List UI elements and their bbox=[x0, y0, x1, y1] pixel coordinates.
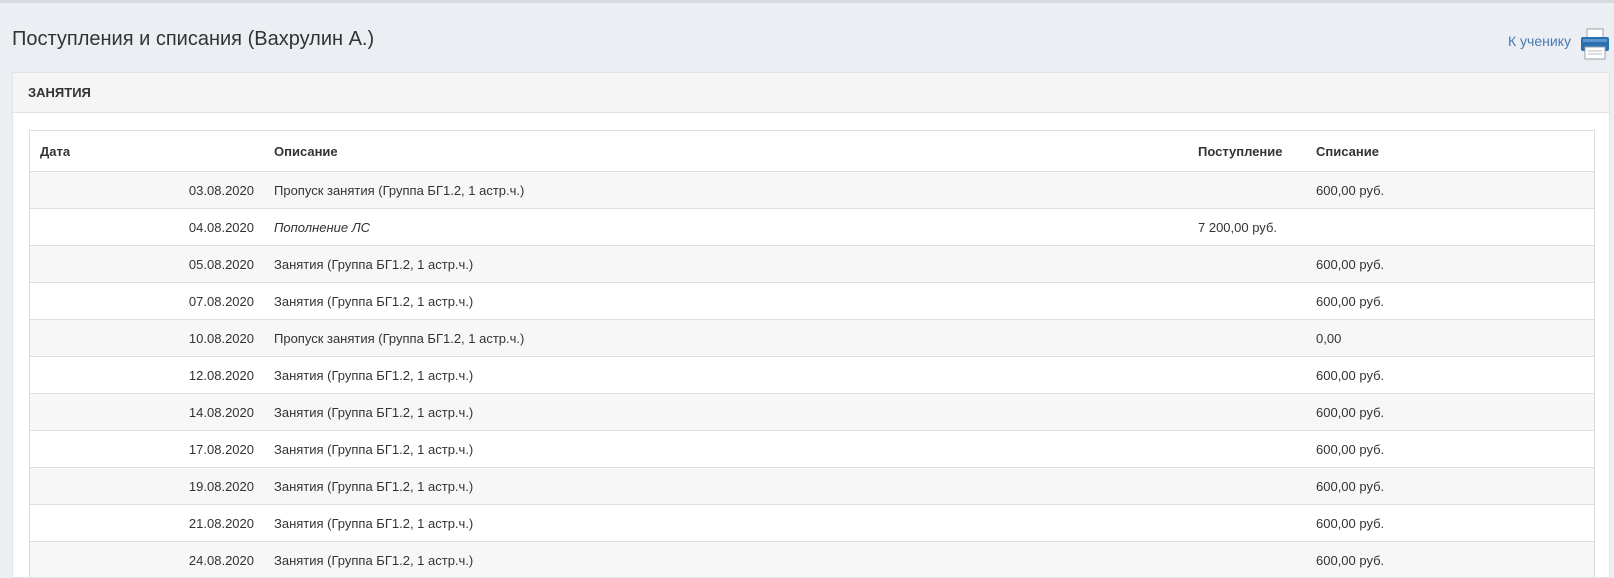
cell-date: 24.08.2020 bbox=[30, 541, 264, 577]
cell-date: 17.08.2020 bbox=[30, 430, 264, 468]
cell-income bbox=[1188, 393, 1306, 431]
cell-charge: 600,00 руб. bbox=[1306, 245, 1594, 283]
column-header-charge[interactable]: Списание bbox=[1306, 131, 1594, 172]
printer-icon[interactable] bbox=[1580, 28, 1610, 60]
table-row: 10.08.2020 Пропуск занятия (Группа БГ1.2,… bbox=[30, 319, 1594, 357]
cell-charge bbox=[1306, 208, 1594, 246]
table-row: 24.08.2020 Занятия (Группа БГ1.2, 1 астр.… bbox=[30, 541, 1594, 577]
cell-description: Занятия (Группа БГ1.2, 1 астр.ч.) bbox=[264, 467, 1188, 505]
table-header-row: Дата Описание Поступление Списание bbox=[30, 131, 1594, 172]
table-row: 21.08.2020 Занятия (Группа БГ1.2, 1 астр.… bbox=[30, 504, 1594, 542]
cell-date: 21.08.2020 bbox=[30, 504, 264, 542]
lessons-panel: ЗАНЯТИЯ Дата Описание Поступление Списан… bbox=[12, 72, 1610, 578]
transactions-table: Дата Описание Поступление Списание 03.08… bbox=[30, 131, 1594, 577]
cell-description: Пропуск занятия (Группа БГ1.2, 1 астр.ч.… bbox=[264, 171, 1188, 209]
cell-income bbox=[1188, 356, 1306, 394]
cell-income bbox=[1188, 504, 1306, 542]
cell-description: Занятия (Группа БГ1.2, 1 астр.ч.) bbox=[264, 393, 1188, 431]
cell-description: Пополнение ЛС bbox=[264, 208, 1188, 246]
table-row: 17.08.2020 Занятия (Группа БГ1.2, 1 астр.… bbox=[30, 430, 1594, 468]
cell-description: Занятия (Группа БГ1.2, 1 астр.ч.) bbox=[264, 504, 1188, 542]
cell-description: Занятия (Группа БГ1.2, 1 астр.ч.) bbox=[264, 541, 1188, 577]
table-row: 03.08.2020 Пропуск занятия (Группа БГ1.2,… bbox=[30, 171, 1594, 209]
cell-income bbox=[1188, 171, 1306, 209]
cell-charge: 600,00 руб. bbox=[1306, 430, 1594, 468]
cell-date: 04.08.2020 bbox=[30, 208, 264, 246]
cell-date: 05.08.2020 bbox=[30, 245, 264, 283]
column-header-description[interactable]: Описание bbox=[264, 131, 1188, 172]
column-header-income[interactable]: Поступление bbox=[1188, 131, 1306, 172]
cell-date: 03.08.2020 bbox=[30, 171, 264, 209]
top-border bbox=[0, 0, 1614, 3]
cell-date: 10.08.2020 bbox=[30, 319, 264, 357]
cell-date: 14.08.2020 bbox=[30, 393, 264, 431]
page-title: Поступления и списания (Вахрулин А.) bbox=[12, 28, 375, 50]
cell-charge: 600,00 руб. bbox=[1306, 282, 1594, 320]
cell-date: 19.08.2020 bbox=[30, 467, 264, 505]
cell-description: Занятия (Группа БГ1.2, 1 астр.ч.) bbox=[264, 282, 1188, 320]
cell-description: Занятия (Группа БГ1.2, 1 астр.ч.) bbox=[264, 430, 1188, 468]
cell-charge: 600,00 руб. bbox=[1306, 171, 1594, 209]
table-row: 12.08.2020 Занятия (Группа БГ1.2, 1 астр.… bbox=[30, 356, 1594, 394]
cell-income bbox=[1188, 467, 1306, 505]
cell-income: 7 200,00 руб. bbox=[1188, 208, 1306, 246]
cell-charge: 600,00 руб. bbox=[1306, 393, 1594, 431]
cell-income bbox=[1188, 319, 1306, 357]
cell-charge: 600,00 руб. bbox=[1306, 504, 1594, 542]
cell-charge: 600,00 руб. bbox=[1306, 467, 1594, 505]
column-header-date[interactable]: Дата bbox=[30, 131, 264, 172]
table-body: 03.08.2020 Пропуск занятия (Группа БГ1.2,… bbox=[30, 171, 1594, 577]
back-to-student-link[interactable]: К ученику bbox=[1508, 33, 1571, 49]
cell-income bbox=[1188, 245, 1306, 283]
table-row: 04.08.2020 Пополнение ЛС 7 200,00 руб. bbox=[30, 208, 1594, 246]
cell-charge: 600,00 руб. bbox=[1306, 356, 1594, 394]
cell-date: 12.08.2020 bbox=[30, 356, 264, 394]
cell-description: Занятия (Группа БГ1.2, 1 астр.ч.) bbox=[264, 356, 1188, 394]
cell-income bbox=[1188, 541, 1306, 577]
cell-description: Занятия (Группа БГ1.2, 1 астр.ч.) bbox=[264, 245, 1188, 283]
cell-charge: 600,00 руб. bbox=[1306, 541, 1594, 577]
table-row: 14.08.2020 Занятия (Группа БГ1.2, 1 астр.… bbox=[30, 393, 1594, 431]
cell-charge: 0,00 bbox=[1306, 319, 1594, 357]
table-row: 19.08.2020 Занятия (Группа БГ1.2, 1 астр.… bbox=[30, 467, 1594, 505]
table-row: 07.08.2020 Занятия (Группа БГ1.2, 1 астр.… bbox=[30, 282, 1594, 320]
cell-description: Пропуск занятия (Группа БГ1.2, 1 астр.ч.… bbox=[264, 319, 1188, 357]
table-row: 05.08.2020 Занятия (Группа БГ1.2, 1 астр.… bbox=[30, 245, 1594, 283]
cell-income bbox=[1188, 282, 1306, 320]
panel-title: ЗАНЯТИЯ bbox=[13, 73, 1609, 113]
cell-date: 07.08.2020 bbox=[30, 282, 264, 320]
cell-income bbox=[1188, 430, 1306, 468]
transactions-table-wrapper: Дата Описание Поступление Списание 03.08… bbox=[29, 130, 1595, 577]
